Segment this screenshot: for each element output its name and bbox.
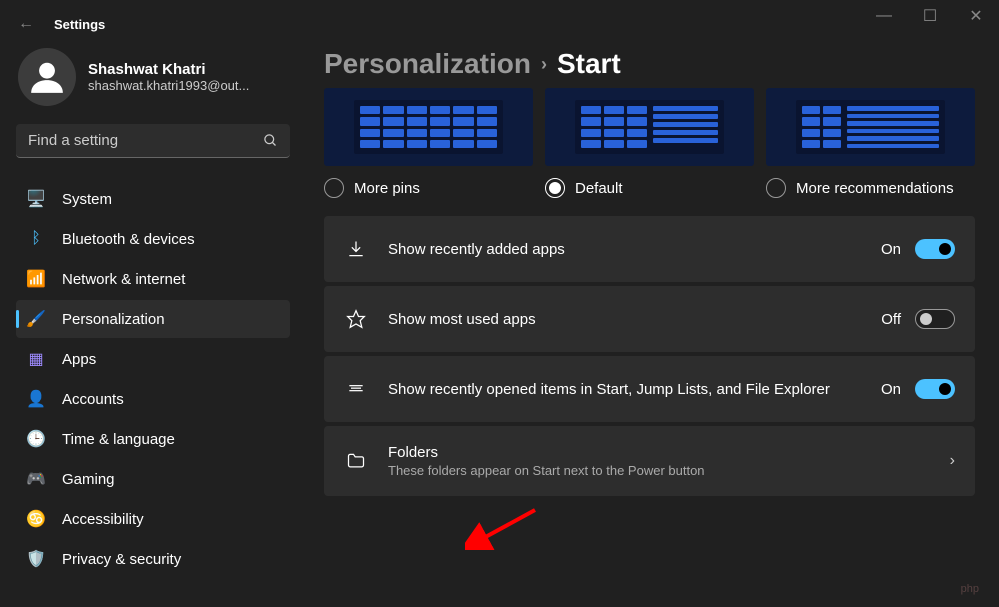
toggle-value: On bbox=[881, 241, 901, 258]
toggle-value: Off bbox=[881, 311, 901, 328]
profile[interactable]: Shashwat Khatri shashwat.khatri1993@out.… bbox=[16, 48, 290, 106]
back-button[interactable]: ← bbox=[18, 15, 34, 33]
sidebar-item-accessibility[interactable]: ♋ Accessibility bbox=[16, 500, 290, 538]
breadcrumb-parent[interactable]: Personalization bbox=[324, 48, 531, 80]
radio-icon[interactable] bbox=[545, 178, 565, 198]
star-icon bbox=[344, 309, 368, 329]
search-input[interactable]: Find a setting bbox=[16, 124, 290, 158]
sidebar-item-gaming[interactable]: 🎮 Gaming bbox=[16, 460, 290, 498]
layout-label: Default bbox=[575, 180, 623, 197]
profile-email: shashwat.khatri1993@out... bbox=[88, 78, 249, 93]
minimize-button[interactable]: — bbox=[861, 0, 907, 32]
sidebar-item-bluetooth-devices[interactable]: ᛒ Bluetooth & devices bbox=[16, 220, 290, 258]
layout-option-more-pins[interactable]: More pins bbox=[324, 88, 533, 198]
nav-icon: 🕒 bbox=[26, 429, 46, 449]
nav-icon: 🖌️ bbox=[26, 309, 46, 329]
sidebar-item-accounts[interactable]: 👤 Accounts bbox=[16, 380, 290, 418]
nav-icon: 🎮 bbox=[26, 469, 46, 489]
layout-preview bbox=[545, 88, 754, 166]
setting-folders[interactable]: Folders These folders appear on Start nex… bbox=[324, 426, 975, 496]
breadcrumb: Personalization › Start bbox=[324, 48, 975, 80]
nav-icon: 🛡️ bbox=[26, 549, 46, 569]
nav-label: Accounts bbox=[62, 391, 124, 408]
nav-label: Gaming bbox=[62, 471, 115, 488]
toggle-switch[interactable] bbox=[915, 379, 955, 399]
nav-label: Network & internet bbox=[62, 271, 185, 288]
toggle-switch[interactable] bbox=[915, 239, 955, 259]
nav-icon: 🖥️ bbox=[26, 189, 46, 209]
profile-name: Shashwat Khatri bbox=[88, 61, 249, 78]
download-icon bbox=[344, 239, 368, 259]
nav-label: Personalization bbox=[62, 311, 165, 328]
setting-title: Show recently added apps bbox=[388, 241, 881, 258]
radio-icon[interactable] bbox=[766, 178, 786, 198]
search-placeholder: Find a setting bbox=[28, 132, 263, 149]
nav-label: Apps bbox=[62, 351, 96, 368]
list-icon bbox=[344, 379, 368, 399]
layout-preview bbox=[324, 88, 533, 166]
chevron-right-icon: › bbox=[950, 452, 955, 470]
breadcrumb-current: Start bbox=[557, 48, 621, 80]
nav-icon: 👤 bbox=[26, 389, 46, 409]
toggle-switch[interactable] bbox=[915, 309, 955, 329]
layout-label: More recommendations bbox=[796, 180, 954, 197]
layout-preview bbox=[766, 88, 975, 166]
setting-title: Folders bbox=[388, 444, 940, 461]
nav-icon: ▦ bbox=[26, 349, 46, 369]
maximize-button[interactable]: ☐ bbox=[907, 0, 953, 32]
setting-show-most-used-apps[interactable]: Show most used appsOff bbox=[324, 286, 975, 352]
nav-label: Bluetooth & devices bbox=[62, 231, 195, 248]
sidebar-item-time-language[interactable]: 🕒 Time & language bbox=[16, 420, 290, 458]
window-title: Settings bbox=[54, 17, 105, 32]
search-icon bbox=[263, 133, 278, 148]
sidebar-item-apps[interactable]: ▦ Apps bbox=[16, 340, 290, 378]
setting-title: Show recently opened items in Start, Jum… bbox=[388, 381, 881, 398]
layout-option-more-recommendations[interactable]: More recommendations bbox=[766, 88, 975, 198]
nav-label: Privacy & security bbox=[62, 551, 181, 568]
nav-label: System bbox=[62, 191, 112, 208]
close-button[interactable]: ✕ bbox=[953, 0, 999, 32]
radio-icon[interactable] bbox=[324, 178, 344, 198]
folder-icon bbox=[344, 451, 368, 471]
nav-icon: ♋ bbox=[26, 509, 46, 529]
layout-option-default[interactable]: Default bbox=[545, 88, 754, 198]
watermark: php bbox=[961, 583, 979, 595]
avatar bbox=[18, 48, 76, 106]
setting-title: Show most used apps bbox=[388, 311, 881, 328]
nav-label: Time & language bbox=[62, 431, 175, 448]
setting-subtitle: These folders appear on Start next to th… bbox=[388, 463, 940, 478]
sidebar-item-personalization[interactable]: 🖌️ Personalization bbox=[16, 300, 290, 338]
sidebar-item-privacy-security[interactable]: 🛡️ Privacy & security bbox=[16, 540, 290, 578]
setting-show-recently-opened-items-in-[interactable]: Show recently opened items in Start, Jum… bbox=[324, 356, 975, 422]
chevron-right-icon: › bbox=[541, 54, 547, 75]
layout-label: More pins bbox=[354, 180, 420, 197]
nav-icon: 📶 bbox=[26, 269, 46, 289]
nav-label: Accessibility bbox=[62, 511, 144, 528]
toggle-value: On bbox=[881, 381, 901, 398]
sidebar-item-network-internet[interactable]: 📶 Network & internet bbox=[16, 260, 290, 298]
nav-icon: ᛒ bbox=[26, 229, 46, 249]
sidebar-item-system[interactable]: 🖥️ System bbox=[16, 180, 290, 218]
setting-show-recently-added-apps[interactable]: Show recently added appsOn bbox=[324, 216, 975, 282]
